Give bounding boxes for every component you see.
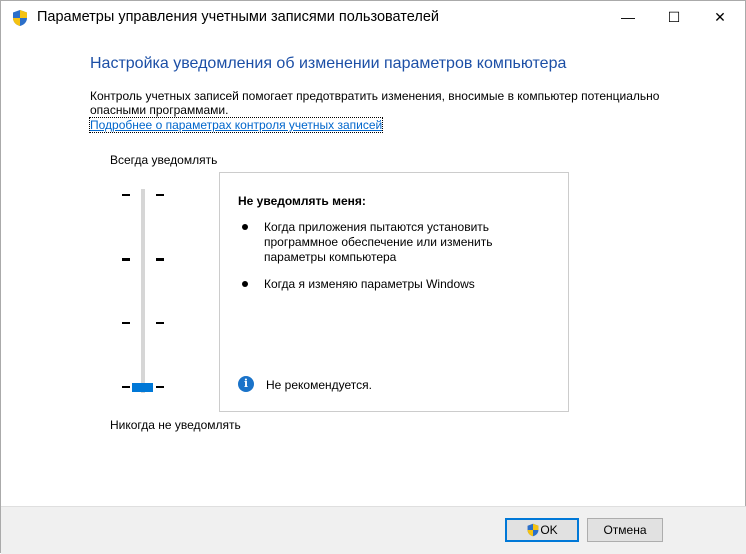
bullet-icon (242, 281, 248, 287)
bullet-icon (242, 224, 248, 230)
window-title: Параметры управления учетными записями п… (37, 9, 439, 25)
slider-tick (156, 194, 164, 196)
panel-bullet: Когда я изменяю параметры Windows (264, 277, 475, 291)
level-description-panel: Не уведомлять меня: Когда приложения пыт… (219, 172, 569, 412)
uac-shield-icon (527, 523, 539, 537)
slider-track[interactable] (141, 189, 145, 393)
slider-bottom-label: Никогда не уведомлять (110, 418, 241, 432)
slider-tick (122, 322, 130, 324)
panel-note: Не рекомендуется. (266, 378, 372, 392)
slider-thumb[interactable] (132, 383, 153, 392)
ok-button[interactable]: OK (505, 518, 579, 542)
slider-tick (156, 258, 164, 261)
panel-title: Не уведомлять меня: (238, 194, 366, 208)
uac-shield-icon (13, 10, 27, 26)
slider-top-label: Всегда уведомлять (110, 153, 218, 167)
slider-tick (156, 386, 164, 388)
cancel-button[interactable]: Отмена (587, 518, 663, 542)
ok-label: OK (540, 523, 558, 537)
description: Контроль учетных записей помогает предот… (90, 89, 660, 117)
page-heading: Настройка уведомления об изменении парам… (90, 55, 567, 72)
panel-bullet: Когда приложения пытаются установить про… (264, 220, 493, 264)
slider-tick (122, 258, 130, 261)
close-button[interactable]: ✕ (697, 1, 743, 33)
slider-tick (156, 322, 164, 324)
maximize-button[interactable]: ☐ (651, 1, 697, 33)
slider-tick (122, 194, 130, 196)
learn-more-link[interactable]: Подробнее о параметрах контроля учетных … (88, 117, 384, 133)
info-icon: i (238, 376, 254, 392)
slider-tick (122, 386, 130, 388)
minimize-button[interactable]: — (605, 1, 651, 33)
